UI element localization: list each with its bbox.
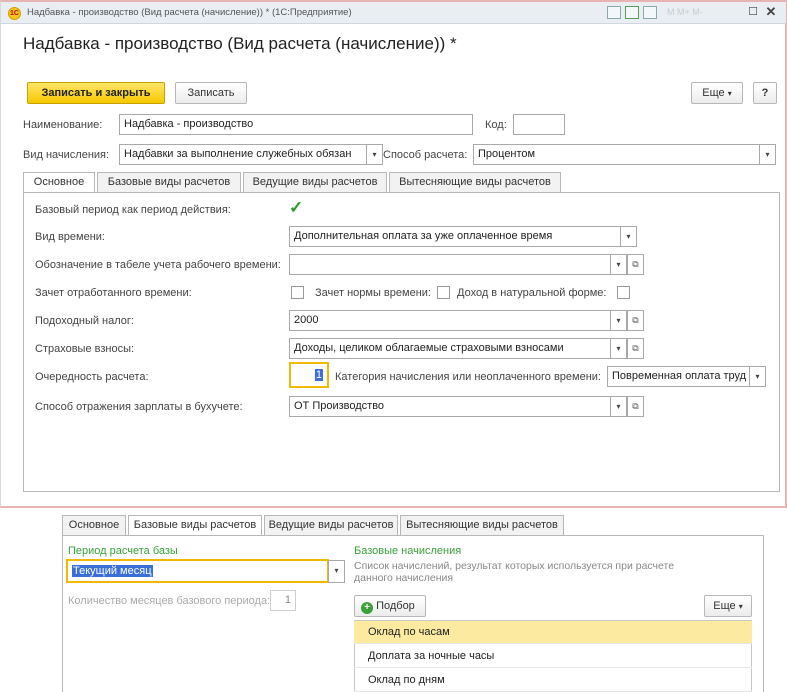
- open-icon[interactable]: ⧉: [627, 254, 644, 275]
- accounting-field[interactable]: ОТ Производство: [289, 396, 611, 417]
- insurance-field[interactable]: Доходы, целиком облагаемые страховыми вз…: [289, 338, 611, 359]
- natural-income-label: Доход в натуральной форме:: [457, 287, 607, 299]
- more-button[interactable]: Еще ▾: [704, 595, 752, 617]
- calc-order-field[interactable]: 1: [289, 362, 329, 388]
- memory-buttons: M M+ M-: [667, 7, 703, 17]
- more-button[interactable]: Еще ▾: [691, 82, 743, 104]
- kind-label: Вид начисления:: [23, 149, 110, 161]
- chevron-down-icon: ▾: [334, 566, 339, 575]
- time-kind-field[interactable]: Дополнительная оплата за уже оплаченное …: [289, 226, 621, 247]
- open-icon[interactable]: ⧉: [627, 310, 644, 331]
- name-field[interactable]: Надбавка - производство: [119, 114, 473, 135]
- base-period-dropdown-button[interactable]: ▾: [328, 560, 345, 583]
- income-tax-field[interactable]: 2000: [289, 310, 611, 331]
- maximize-icon[interactable]: ☐: [745, 4, 761, 20]
- timesheet-dropdown-button[interactable]: ▾: [610, 254, 627, 275]
- norm-time-label: Зачет нормы времени:: [315, 287, 431, 299]
- calc-order-label: Очередность расчета:: [35, 371, 149, 383]
- code-field[interactable]: [513, 114, 565, 135]
- more-button-label: Еще: [713, 600, 736, 612]
- chevron-down-icon: ▾: [616, 260, 621, 269]
- tab-main[interactable]: Основное: [62, 515, 126, 536]
- add-icon: +: [361, 602, 373, 614]
- insurance-dropdown-button[interactable]: ▾: [610, 338, 627, 359]
- base-period-label: Базовый период как период действия:: [35, 204, 231, 216]
- close-icon[interactable]: ✕: [763, 4, 779, 20]
- checkmark-icon[interactable]: ✓: [289, 198, 303, 218]
- chevron-down-icon: ▾: [616, 316, 621, 325]
- base-period-value: Текущий месяц: [72, 565, 153, 577]
- code-label: Код:: [485, 119, 507, 131]
- name-label: Наименование:: [23, 119, 103, 131]
- calculation-kind-window: 1С Надбавка - производство (Вид расчета …: [0, 0, 787, 508]
- app-logo-icon: 1С: [8, 7, 21, 20]
- worked-time-checkbox[interactable]: [291, 286, 304, 299]
- accounting-label: Способ отражения зарплаты в бухучете:: [35, 401, 243, 413]
- tab-base-kinds[interactable]: Базовые виды расчетов: [128, 515, 262, 537]
- calculator-icon[interactable]: [625, 6, 639, 19]
- tab-displacing-kinds[interactable]: Вытесняющие виды расчетов: [400, 515, 564, 536]
- chevron-down-icon: ▾: [372, 150, 377, 159]
- calendar-icon[interactable]: [643, 6, 657, 19]
- category-dropdown-button[interactable]: ▾: [749, 366, 766, 387]
- time-kind-label: Вид времени:: [35, 231, 105, 243]
- title-bar: 1С Надбавка - производство (Вид расчета …: [1, 2, 786, 24]
- base-accruals-note: Список начислений, результат которых исп…: [354, 560, 675, 584]
- income-tax-dropdown-button[interactable]: ▾: [610, 310, 627, 331]
- base-period-heading: Период расчета базы: [68, 545, 178, 557]
- list-item[interactable]: Оклад по дням: [354, 669, 752, 692]
- tab-main[interactable]: Основное: [23, 172, 95, 194]
- chevron-down-icon: ▾: [616, 344, 621, 353]
- open-icon[interactable]: ⧉: [627, 396, 644, 417]
- method-label: Способ расчета:: [383, 149, 468, 161]
- income-tax-label: Подоходный налог:: [35, 315, 134, 327]
- method-dropdown-button[interactable]: ▾: [759, 144, 776, 165]
- list-item[interactable]: Доплата за ночные часы: [354, 645, 752, 668]
- chevron-down-icon: ▾: [727, 89, 732, 98]
- window-title-text: Надбавка - производство (Вид расчета (на…: [27, 7, 352, 18]
- natural-income-checkbox[interactable]: [617, 286, 630, 299]
- kind-dropdown-button[interactable]: ▾: [366, 144, 383, 165]
- months-count-field[interactable]: 1: [270, 590, 296, 611]
- chevron-down-icon: ▾: [626, 232, 631, 241]
- norm-time-checkbox[interactable]: [437, 286, 450, 299]
- save-button[interactable]: Записать: [175, 82, 247, 104]
- worked-time-label: Зачет отработанного времени:: [35, 287, 192, 299]
- accounting-dropdown-button[interactable]: ▾: [610, 396, 627, 417]
- time-kind-dropdown-button[interactable]: ▾: [620, 226, 637, 247]
- insurance-label: Страховые взносы:: [35, 343, 135, 355]
- chevron-down-icon: ▾: [616, 402, 621, 411]
- timesheet-label: Обозначение в табеле учета рабочего врем…: [35, 259, 281, 271]
- open-icon[interactable]: ⧉: [627, 338, 644, 359]
- chevron-down-icon: ▾: [755, 372, 760, 381]
- kind-field[interactable]: Надбавки за выполнение служебных обязан: [119, 144, 367, 165]
- page-title: Надбавка - производство (Вид расчета (на…: [23, 34, 457, 53]
- pick-button-label: Подбор: [376, 600, 415, 612]
- help-button[interactable]: ?: [753, 82, 777, 104]
- print-icon[interactable]: [607, 6, 621, 19]
- list-item[interactable]: Оклад по часам: [354, 621, 752, 644]
- method-field[interactable]: Процентом: [473, 144, 760, 165]
- chevron-down-icon: ▾: [765, 150, 770, 159]
- more-button-label: Еще: [702, 87, 725, 99]
- category-label: Категория начисления или неоплаченного в…: [335, 371, 601, 383]
- tab-base-kinds[interactable]: Базовые виды расчетов: [97, 172, 241, 193]
- base-period-field[interactable]: Текущий месяц: [66, 559, 329, 583]
- calc-order-value: 1: [314, 369, 323, 381]
- pick-button[interactable]: + Подбор: [354, 595, 426, 617]
- category-field[interactable]: Повременная оплата труд: [607, 366, 750, 387]
- base-accruals-heading: Базовые начисления: [354, 545, 462, 557]
- tab-leading-kinds[interactable]: Ведущие виды расчетов: [264, 515, 398, 536]
- months-count-label: Количество месяцев базового периода:: [68, 595, 271, 607]
- save-and-close-button[interactable]: Записать и закрыть: [27, 82, 165, 104]
- timesheet-field[interactable]: [289, 254, 611, 275]
- chevron-down-icon: ▾: [738, 602, 743, 611]
- tab-displacing-kinds[interactable]: Вытесняющие виды расчетов: [389, 172, 561, 193]
- tab-leading-kinds[interactable]: Ведущие виды расчетов: [243, 172, 387, 193]
